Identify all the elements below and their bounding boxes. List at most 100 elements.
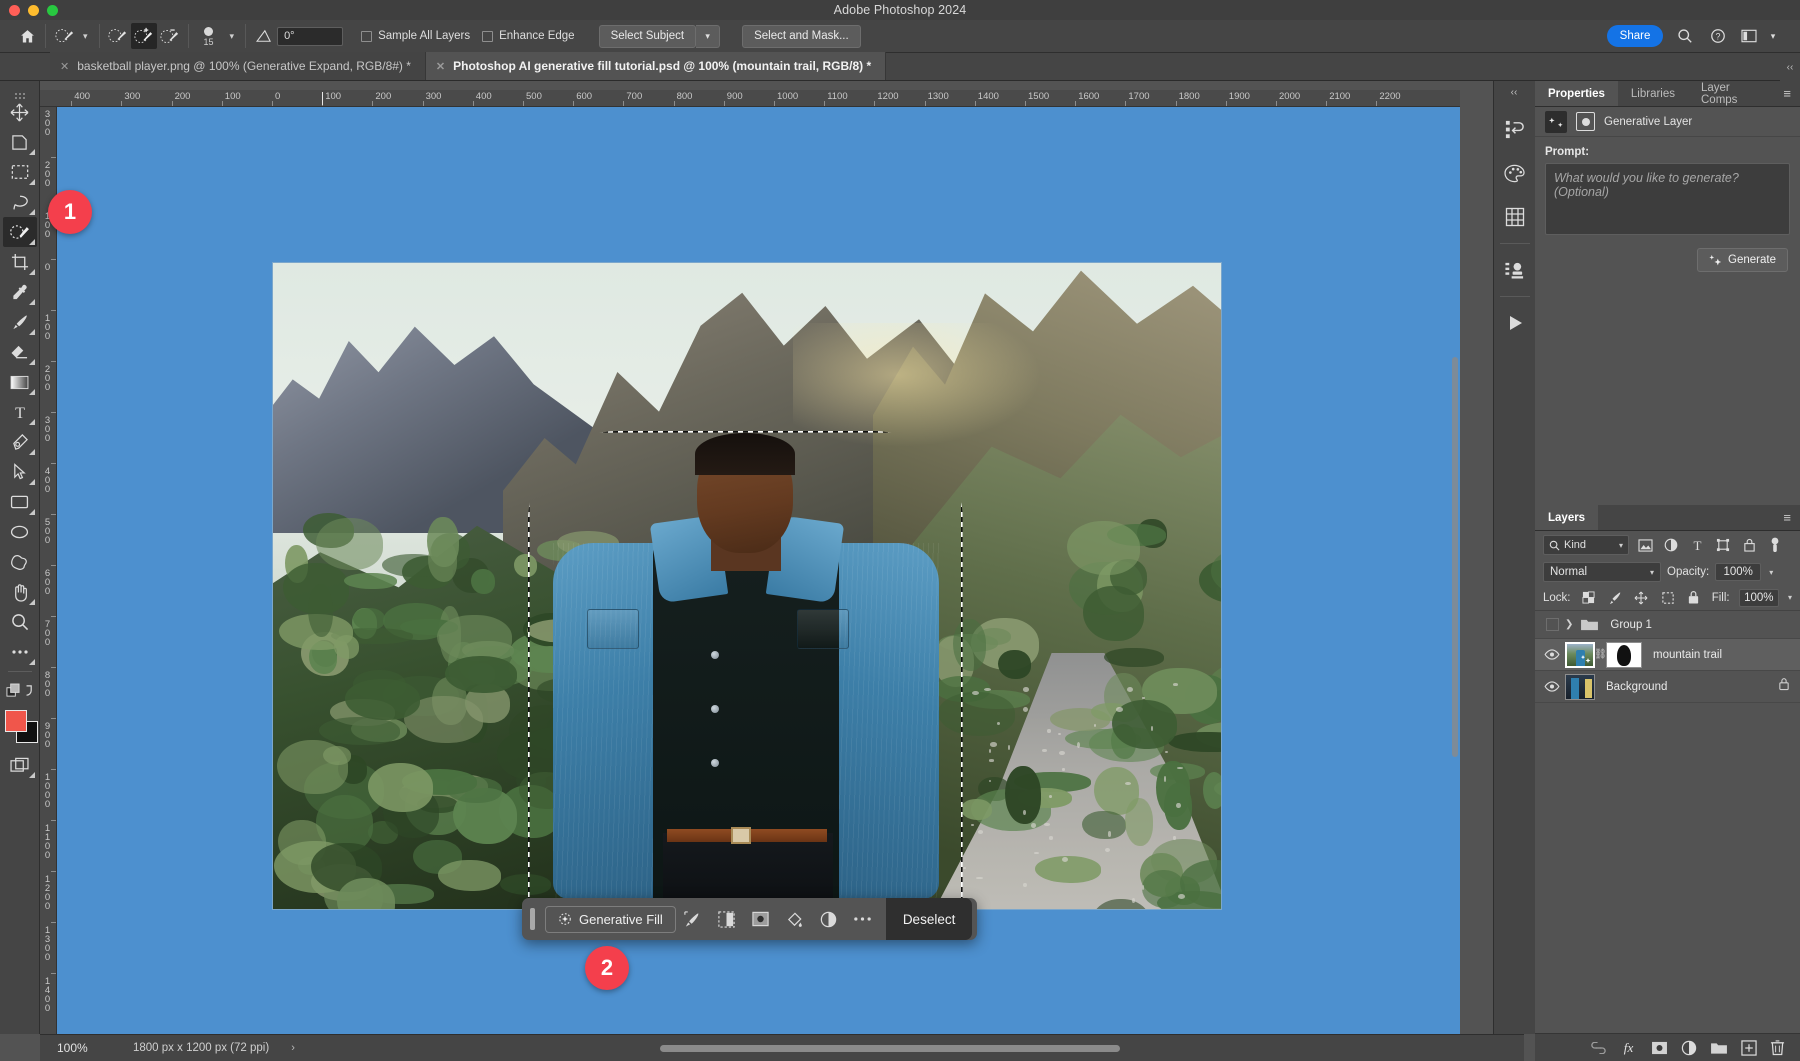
list-item-group-1[interactable]: ❯ Group 1 xyxy=(1535,611,1800,639)
canvas-horizontal-scrollbar[interactable] xyxy=(660,1045,1460,1052)
brush-size-preview[interactable]: 15 xyxy=(194,26,224,47)
share-button[interactable]: Share xyxy=(1607,25,1663,47)
scroll-thumb[interactable] xyxy=(660,1045,1120,1052)
document-tab-basketball-player[interactable]: ✕ basketball player.png @ 100% (Generati… xyxy=(50,52,426,80)
object-selection-preset-icon[interactable] xyxy=(51,23,77,49)
sidebar-item-hand-tool[interactable] xyxy=(3,577,37,607)
visibility-toggle[interactable] xyxy=(1539,649,1565,660)
quick-mask-and-swap-icons[interactable] xyxy=(3,676,37,706)
layer-thumbnail[interactable] xyxy=(1565,642,1595,668)
sidebar-item-brush-tool[interactable] xyxy=(3,307,37,337)
link-layers-icon[interactable] xyxy=(1590,1042,1607,1054)
generative-fill-button[interactable]: Generative Fill xyxy=(545,906,676,933)
new-group-icon[interactable] xyxy=(1710,1041,1728,1055)
sidebar-item-zoom-tool[interactable] xyxy=(3,607,37,637)
foreground-color-swatch[interactable] xyxy=(5,710,27,732)
patterns-icon[interactable] xyxy=(1494,195,1536,239)
chevron-down-icon[interactable]: ▾ xyxy=(83,31,88,42)
search-icon[interactable] xyxy=(1675,26,1695,46)
tab-layers[interactable]: Layers xyxy=(1535,505,1598,530)
fill-icon[interactable] xyxy=(778,904,812,934)
sidebar-item-object-selection-tool[interactable] xyxy=(3,217,37,247)
brush-options-chevron-icon[interactable]: ▾ xyxy=(230,31,235,42)
canvas-vertical-scrollbar[interactable] xyxy=(1452,357,1458,757)
generate-button[interactable]: Generate xyxy=(1697,248,1788,272)
home-icon[interactable] xyxy=(14,23,40,49)
sidebar-item-rectangle-tool[interactable] xyxy=(3,487,37,517)
adjustment-layer-icon[interactable] xyxy=(812,904,846,934)
sidebar-item-path-selection-tool[interactable] xyxy=(3,457,37,487)
fill-value[interactable]: 100% xyxy=(1739,589,1779,607)
close-icon[interactable]: ✕ xyxy=(60,60,69,73)
window-controls[interactable] xyxy=(9,5,58,16)
collapse-panels-icon[interactable]: ‹‹ xyxy=(1780,53,1800,81)
edit-toolbar-button[interactable] xyxy=(3,637,37,667)
adjustment-filter-icon[interactable] xyxy=(1661,535,1681,555)
color-swatches[interactable] xyxy=(3,710,37,750)
sidebar-item-move-tool[interactable] xyxy=(3,97,37,127)
layer-thumbnail[interactable] xyxy=(1565,674,1595,700)
shape-filter-icon[interactable] xyxy=(1713,535,1733,555)
adjustment-presets-icon[interactable] xyxy=(1494,248,1536,292)
select-and-mask-button[interactable]: Select and Mask... xyxy=(742,25,861,48)
canvas-area[interactable] xyxy=(57,107,1460,1034)
table-row-background[interactable]: Background xyxy=(1535,671,1800,703)
lock-artboard-icon[interactable] xyxy=(1659,588,1676,608)
history-icon[interactable] xyxy=(1494,107,1536,151)
lock-all-icon[interactable] xyxy=(1685,588,1702,608)
new-selection-icon[interactable] xyxy=(105,23,131,49)
tab-properties[interactable]: Properties xyxy=(1535,81,1618,106)
panel-menu-icon[interactable]: ≡ xyxy=(1774,81,1800,106)
document-tab-generative-fill-tutorial[interactable]: ✕ Photoshop AI generative fill tutorial.… xyxy=(426,52,886,80)
create-mask-icon[interactable] xyxy=(744,904,778,934)
sidebar-item-ellipse-tool[interactable] xyxy=(3,517,37,547)
image-filter-icon[interactable] xyxy=(1635,535,1655,555)
table-row-mountain-trail[interactable]: ⛓ mountain trail xyxy=(1535,639,1800,671)
actions-play-icon[interactable] xyxy=(1494,301,1536,345)
select-subject-brush-icon[interactable] xyxy=(676,904,710,934)
contextual-task-bar[interactable]: Generative Fill Deselect xyxy=(522,898,977,940)
enhance-edge-checkbox[interactable] xyxy=(482,31,493,42)
minimize-window-button[interactable] xyxy=(28,5,39,16)
select-subject-button[interactable]: Select Subject xyxy=(599,25,697,48)
tab-libraries[interactable]: Libraries xyxy=(1618,81,1688,106)
panel-menu-icon[interactable]: ≡ xyxy=(1774,505,1800,530)
chevron-right-icon[interactable]: › xyxy=(291,1042,295,1054)
horizontal-ruler[interactable]: 4003002001000100200300400500600700800900… xyxy=(40,90,1460,107)
sidebar-item-eyedropper-tool[interactable] xyxy=(3,277,37,307)
add-mask-icon[interactable] xyxy=(1651,1041,1668,1055)
sidebar-item-custom-shape-tool[interactable] xyxy=(3,547,37,577)
close-window-button[interactable] xyxy=(9,5,20,16)
type-filter-icon[interactable]: T xyxy=(1687,535,1707,555)
opacity-chevron-icon[interactable]: ▾ xyxy=(1769,568,1773,577)
help-icon[interactable]: ? xyxy=(1708,26,1728,46)
delete-layer-icon[interactable] xyxy=(1770,1039,1785,1056)
zoom-level[interactable]: 100% xyxy=(57,1041,115,1055)
adjustment-layer-icon[interactable] xyxy=(1681,1040,1697,1056)
mask-link-icon[interactable]: ⛓ xyxy=(1595,649,1606,660)
lock-image-icon[interactable] xyxy=(1606,588,1623,608)
filter-toggle-icon[interactable] xyxy=(1765,535,1785,555)
tab-layer-comps[interactable]: Layer Comps xyxy=(1688,81,1774,106)
chevron-right-icon[interactable]: ❯ xyxy=(1565,619,1573,630)
more-options-icon[interactable] xyxy=(846,904,880,934)
sidebar-item-marquee-tool[interactable] xyxy=(3,157,37,187)
document-image[interactable] xyxy=(272,262,1222,910)
chevron-down-icon[interactable]: ▾ xyxy=(1763,26,1783,46)
fill-chevron-icon[interactable]: ▾ xyxy=(1788,593,1792,602)
collapse-rail-icon[interactable]: ‹‹ xyxy=(1493,81,1535,103)
add-to-selection-icon[interactable] xyxy=(131,23,157,49)
color-swatches-icon[interactable] xyxy=(1494,151,1536,195)
chevron-down-icon[interactable]: ▾ xyxy=(1619,541,1623,550)
prompt-input[interactable]: What would you like to generate? (Option… xyxy=(1545,163,1790,235)
subtract-from-selection-icon[interactable] xyxy=(157,23,183,49)
smart-object-filter-icon[interactable] xyxy=(1739,535,1759,555)
close-icon[interactable]: ✕ xyxy=(436,60,445,73)
quick-mask-mode-button[interactable] xyxy=(3,750,37,780)
opacity-value[interactable]: 100% xyxy=(1715,563,1761,581)
sidebar-item-gradient-tool[interactable] xyxy=(3,367,37,397)
vertical-ruler[interactable]: 3002001000100200300400500600700800900100… xyxy=(40,107,57,1034)
sidebar-item-lasso-tool[interactable] xyxy=(3,187,37,217)
workspace-icon[interactable] xyxy=(1739,26,1759,46)
toolbar-grip[interactable] xyxy=(13,87,27,95)
